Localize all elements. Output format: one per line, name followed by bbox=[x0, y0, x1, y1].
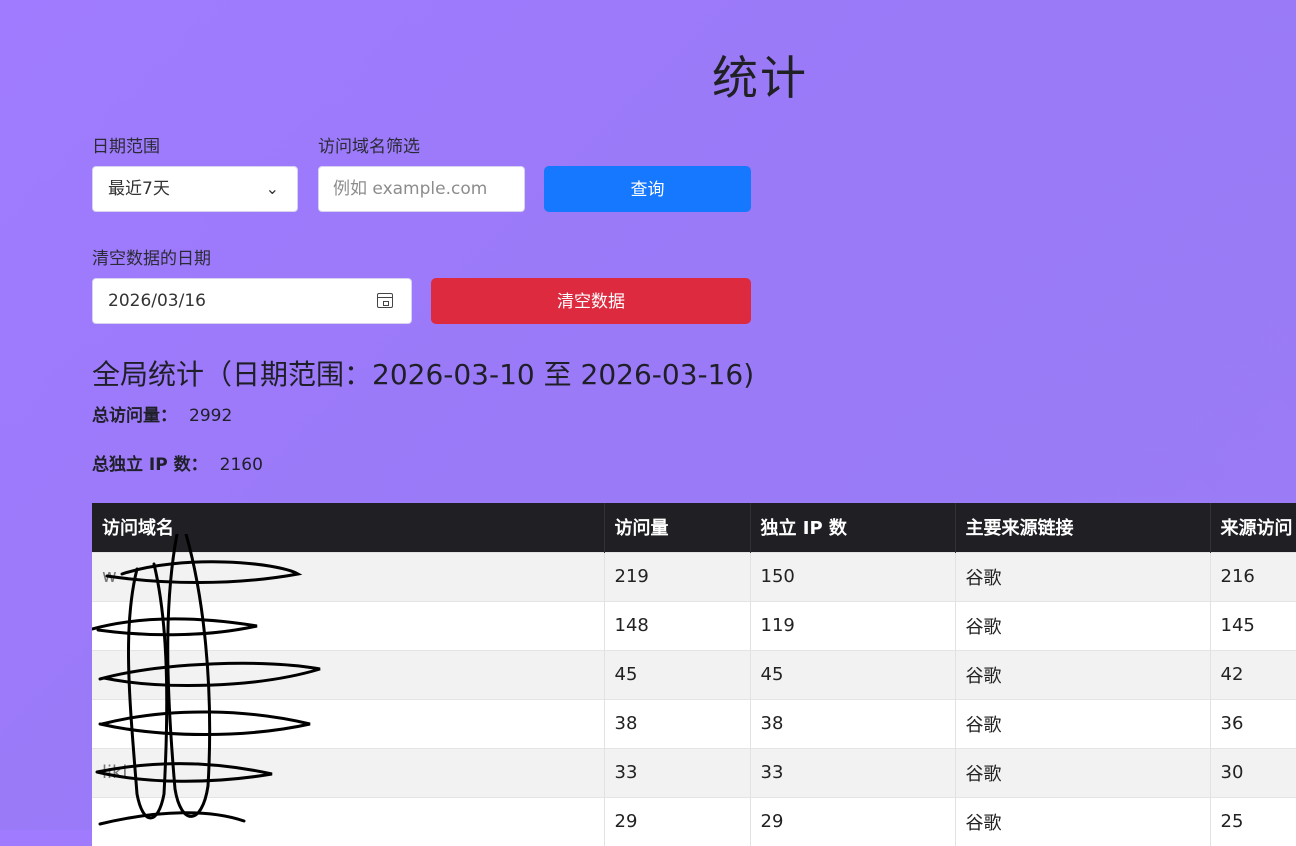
unique-ip-cell: 150 bbox=[750, 551, 956, 601]
source-visits-cell: 25 bbox=[1210, 796, 1296, 846]
unique-ip-cell: 119 bbox=[750, 600, 956, 650]
unique-ip-cell: 45 bbox=[750, 649, 956, 699]
main-source-cell: 谷歌 bbox=[955, 600, 1211, 650]
domain-cell bbox=[92, 600, 605, 650]
domain-filter-label: 访问域名筛选 bbox=[318, 137, 420, 157]
visits-cell: 148 bbox=[604, 600, 751, 650]
statistics-table: 访问域名 访问量 独立 IP 数 主要来源链接 来源访问 w 219 150 谷… bbox=[92, 503, 1296, 846]
table-header-row: 访问域名 访问量 独立 IP 数 主要来源链接 来源访问 bbox=[92, 503, 1296, 552]
source-visits-cell: 216 bbox=[1210, 551, 1296, 601]
domain-filter-input[interactable] bbox=[318, 166, 525, 212]
date-range-select[interactable]: 最近7天 ⌄ bbox=[92, 166, 298, 212]
main-source-cell: 谷歌 bbox=[955, 698, 1211, 748]
total-unique-ips-value: 2160 bbox=[219, 455, 263, 475]
chevron-down-icon: ⌄ bbox=[265, 179, 279, 198]
page-title: 统计 bbox=[712, 51, 808, 105]
source-visits-cell: 42 bbox=[1210, 649, 1296, 699]
column-unique-ips: 独立 IP 数 bbox=[750, 503, 956, 552]
table-row: liki 33 33 谷歌 30 bbox=[92, 747, 1296, 797]
clear-date-label: 清空数据的日期 bbox=[92, 249, 211, 269]
table-row: 29 29 谷歌 25 bbox=[92, 796, 1296, 846]
table-row: 148 119 谷歌 145 bbox=[92, 600, 1296, 650]
date-range-label: 日期范围 bbox=[92, 137, 160, 157]
calendar-icon[interactable] bbox=[377, 293, 393, 308]
main-source-cell: 谷歌 bbox=[955, 649, 1211, 699]
column-source-visits: 来源访问 bbox=[1210, 503, 1296, 552]
unique-ip-cell: 38 bbox=[750, 698, 956, 748]
domain-cell: liki bbox=[92, 747, 605, 797]
total-unique-ips-label: 总独立 IP 数： bbox=[92, 455, 208, 475]
total-visits-value: 2992 bbox=[189, 406, 233, 426]
column-domain: 访问域名 bbox=[92, 503, 605, 552]
column-main-source: 主要来源链接 bbox=[955, 503, 1211, 552]
total-unique-ips-summary: 总独立 IP 数： 2160 bbox=[92, 450, 263, 475]
query-button[interactable]: 查询 bbox=[544, 166, 751, 212]
unique-ip-cell: 33 bbox=[750, 747, 956, 797]
table-row: 45 45 谷歌 42 bbox=[92, 649, 1296, 699]
domain-cell: w bbox=[92, 551, 605, 601]
source-visits-cell: 30 bbox=[1210, 747, 1296, 797]
total-visits-summary: 总访问量： 2992 bbox=[92, 401, 232, 426]
clear-data-button[interactable]: 清空数据 bbox=[431, 278, 751, 324]
main-source-cell: 谷歌 bbox=[955, 747, 1211, 797]
table-row: 38 38 谷歌 36 bbox=[92, 698, 1296, 748]
visits-cell: 219 bbox=[604, 551, 751, 601]
visits-cell: 29 bbox=[604, 796, 751, 846]
source-visits-cell: 36 bbox=[1210, 698, 1296, 748]
table-row: w 219 150 谷歌 216 bbox=[92, 551, 1296, 601]
main-source-cell: 谷歌 bbox=[955, 551, 1211, 601]
visits-cell: 33 bbox=[604, 747, 751, 797]
unique-ip-cell: 29 bbox=[750, 796, 956, 846]
date-range-value: 最近7天 bbox=[108, 179, 170, 199]
domain-cell bbox=[92, 649, 605, 699]
statistics-table-container[interactable]: 访问域名 访问量 独立 IP 数 主要来源链接 来源访问 w 219 150 谷… bbox=[92, 503, 1296, 846]
domain-cell bbox=[92, 698, 605, 748]
clear-date-value: 2026/03/16 bbox=[108, 291, 206, 311]
visits-cell: 45 bbox=[604, 649, 751, 699]
visits-cell: 38 bbox=[604, 698, 751, 748]
global-statistics-title: 全局统计（日期范围：2026-03-10 至 2026-03-16) bbox=[92, 358, 755, 391]
clear-date-picker[interactable]: 2026/03/16 bbox=[92, 278, 412, 324]
main-source-cell: 谷歌 bbox=[955, 796, 1211, 846]
source-visits-cell: 145 bbox=[1210, 600, 1296, 650]
column-visits: 访问量 bbox=[604, 503, 751, 552]
domain-cell bbox=[92, 796, 605, 846]
total-visits-label: 总访问量： bbox=[92, 406, 177, 426]
